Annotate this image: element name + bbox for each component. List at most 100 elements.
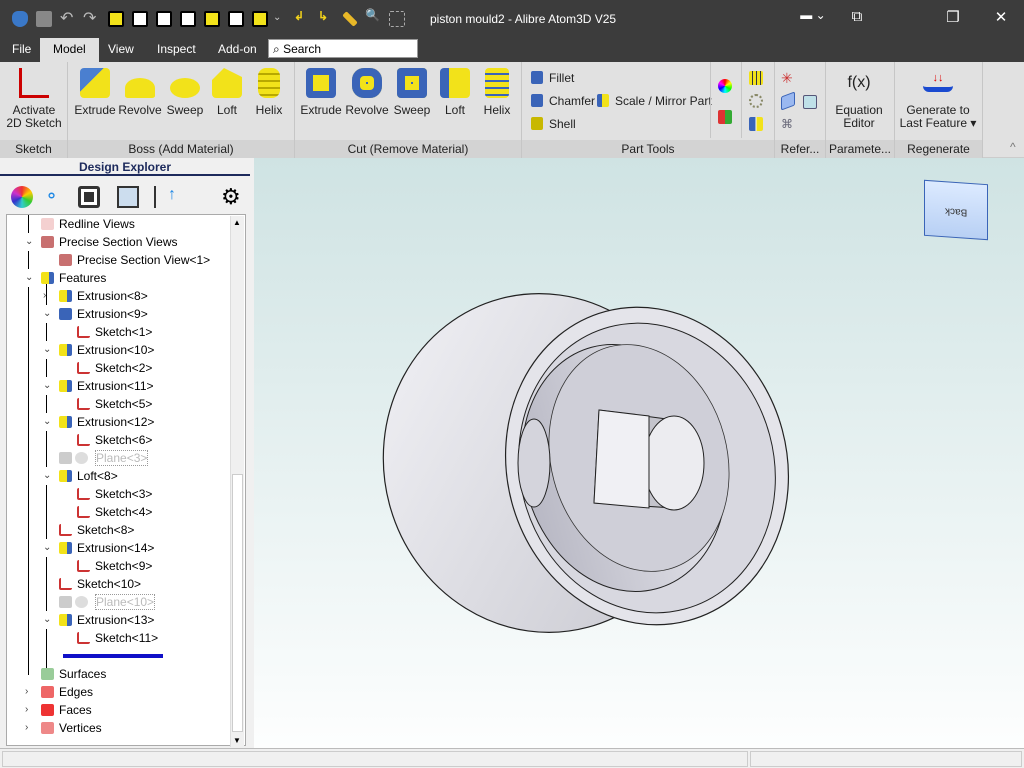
boss-helix-button[interactable]: Helix [250, 68, 288, 117]
tree-item[interactable]: Precise Section View<1> [7, 251, 231, 269]
view-front-icon[interactable] [132, 11, 148, 27]
tree-item[interactable]: ⌄ Extrusion<10> [7, 341, 231, 359]
tab-add-on[interactable]: Add-on [218, 42, 257, 56]
tree-item[interactable]: Sketch<3> [7, 485, 231, 503]
settings-gear-icon[interactable]: ⚙ [221, 186, 243, 208]
reference-point-icon[interactable]: ✳ [781, 71, 795, 85]
tree-item[interactable]: Sketch<1> [7, 323, 231, 341]
tree-item[interactable]: Sketch<9> [7, 557, 231, 575]
expand-toggle[interactable]: › [25, 701, 29, 719]
chamfer-button[interactable]: Chamfer [531, 94, 595, 108]
tree-collapse-icon[interactable]: ↑ [154, 186, 176, 208]
tree-item[interactable]: Plane<3> [7, 449, 231, 467]
save-icon[interactable] [36, 11, 52, 27]
equation-editor-button[interactable]: f(x) Equation Editor [831, 68, 887, 130]
step-back-icon[interactable]: ↲ [294, 9, 310, 25]
boss-extrude-button[interactable]: Extrude [74, 68, 116, 117]
view-back-icon[interactable] [156, 11, 172, 27]
maximize-button[interactable]: ❐ [938, 8, 968, 26]
tree-item[interactable]: › Vertices [7, 719, 231, 737]
activate-2d-sketch-button[interactable]: Activate 2D Sketch [6, 68, 62, 130]
reference-axis-icon[interactable]: ⌘ [781, 117, 795, 131]
view-left-icon[interactable] [180, 11, 196, 27]
tree-item[interactable]: ⌄ Extrusion<13> [7, 611, 231, 629]
tree-item[interactable]: ⌄ Extrusion<14> [7, 539, 231, 557]
collapse-toggle[interactable]: ⌄ [25, 269, 34, 287]
tree-graph-icon[interactable]: ⚬ [44, 186, 66, 208]
collapse-toggle[interactable]: ⌄ [43, 377, 52, 395]
scale-mirror-part-button[interactable]: Scale / Mirror Part [597, 94, 712, 108]
collapse-toggle[interactable]: ⌄ [43, 305, 52, 323]
cut-helix-button[interactable]: Helix [478, 68, 516, 117]
tree-item[interactable]: › Extrusion<8> [7, 287, 231, 305]
rollback-bar[interactable] [7, 647, 231, 665]
expand-toggle[interactable]: › [25, 719, 29, 737]
tree-item[interactable]: ⌄ Features [7, 269, 231, 287]
undo-icon[interactable]: ↶ [60, 8, 76, 27]
restore-layout-button[interactable]: ⧉ [842, 8, 872, 25]
collapse-toggle[interactable]: ⌄ [25, 233, 34, 251]
display-mode-dropdown[interactable]: ▬ ⌄ [798, 8, 828, 22]
tree-item[interactable]: Sketch<5> [7, 395, 231, 413]
cut-loft-button[interactable]: Loft [436, 68, 474, 117]
collapse-ribbon-button[interactable]: ^ [1010, 140, 1016, 154]
scroll-down-arrow[interactable]: ▼ [233, 736, 241, 745]
cut-revolve-button[interactable]: Revolve [345, 68, 389, 117]
tree-item[interactable]: Redline Views [7, 215, 231, 233]
shell-button[interactable]: Shell [531, 117, 576, 131]
fillet-button[interactable]: Fillet [531, 71, 574, 85]
boss-revolve-button[interactable]: Revolve [118, 68, 162, 117]
material-cube-icon[interactable] [718, 110, 732, 124]
view-right-icon[interactable] [204, 11, 220, 27]
collapse-toggle[interactable]: ⌄ [43, 413, 52, 431]
scroll-up-arrow[interactable]: ▲ [233, 218, 241, 227]
color-wheel-icon[interactable] [718, 79, 732, 93]
tab-inspect[interactable]: Inspect [157, 42, 196, 56]
tree-item[interactable]: ⌄ Extrusion<9> [7, 305, 231, 323]
tree-item[interactable]: Sketch<4> [7, 503, 231, 521]
tab-file[interactable]: File [12, 42, 31, 56]
tree-item[interactable]: Sketch<10> [7, 575, 231, 593]
chevron-down-icon[interactable]: ⌄ [273, 12, 289, 28]
3d-viewport[interactable]: Back [254, 158, 1024, 748]
generate-to-last-feature-button[interactable]: ↓↓ Generate to Last Feature ▾ [898, 68, 978, 130]
boss-loft-button[interactable]: Loft [208, 68, 246, 117]
tree-item[interactable]: Sketch<8> [7, 521, 231, 539]
tree-item[interactable]: Sketch<11> [7, 629, 231, 647]
circular-pattern-icon[interactable] [749, 94, 763, 108]
tree-item[interactable]: › Edges [7, 683, 231, 701]
collapse-toggle[interactable]: ⌄ [43, 539, 52, 557]
decal-image-icon[interactable] [803, 95, 817, 109]
tree-item[interactable]: › Faces [7, 701, 231, 719]
redo-icon[interactable]: ↷ [83, 8, 99, 27]
pattern-icon[interactable] [749, 71, 763, 85]
collapse-toggle[interactable]: ⌄ [43, 341, 52, 359]
view-top-icon[interactable] [228, 11, 244, 27]
tree-item[interactable]: Surfaces [7, 665, 231, 683]
tree-item[interactable]: ⌄ Loft<8> [7, 467, 231, 485]
tab-view[interactable]: View [108, 42, 134, 56]
properties-list-icon[interactable] [78, 186, 100, 208]
view-cube[interactable]: Back [924, 179, 988, 241]
zoom-icon[interactable]: 🔍 [365, 8, 381, 24]
collapse-toggle[interactable]: ⌄ [43, 611, 52, 629]
cut-sweep-button[interactable]: Sweep [391, 68, 433, 117]
tree-item[interactable]: ⌄ Extrusion<11> [7, 377, 231, 395]
search-input[interactable]: ⌕ Search [268, 39, 418, 58]
color-wheel-icon[interactable] [11, 186, 33, 208]
expand-toggle[interactable]: › [43, 287, 47, 305]
mirror-icon[interactable] [749, 117, 763, 131]
reference-plane-icon[interactable] [781, 91, 795, 111]
step-forward-icon[interactable]: ↳ [318, 9, 334, 25]
expand-toggle[interactable]: › [25, 683, 29, 701]
tree-item[interactable]: Plane<10> [7, 593, 231, 611]
view-bottom-icon[interactable] [252, 11, 268, 27]
hidden-eye-icon[interactable] [75, 596, 88, 608]
export-view-icon[interactable] [117, 186, 139, 208]
tree-item[interactable]: ⌄ Extrusion<12> [7, 413, 231, 431]
tab-model[interactable]: Model [40, 38, 99, 62]
boss-sweep-button[interactable]: Sweep [164, 68, 206, 117]
view-iso-icon[interactable] [108, 11, 124, 27]
measure-icon[interactable] [342, 11, 358, 27]
cut-extrude-button[interactable]: Extrude [300, 68, 342, 117]
